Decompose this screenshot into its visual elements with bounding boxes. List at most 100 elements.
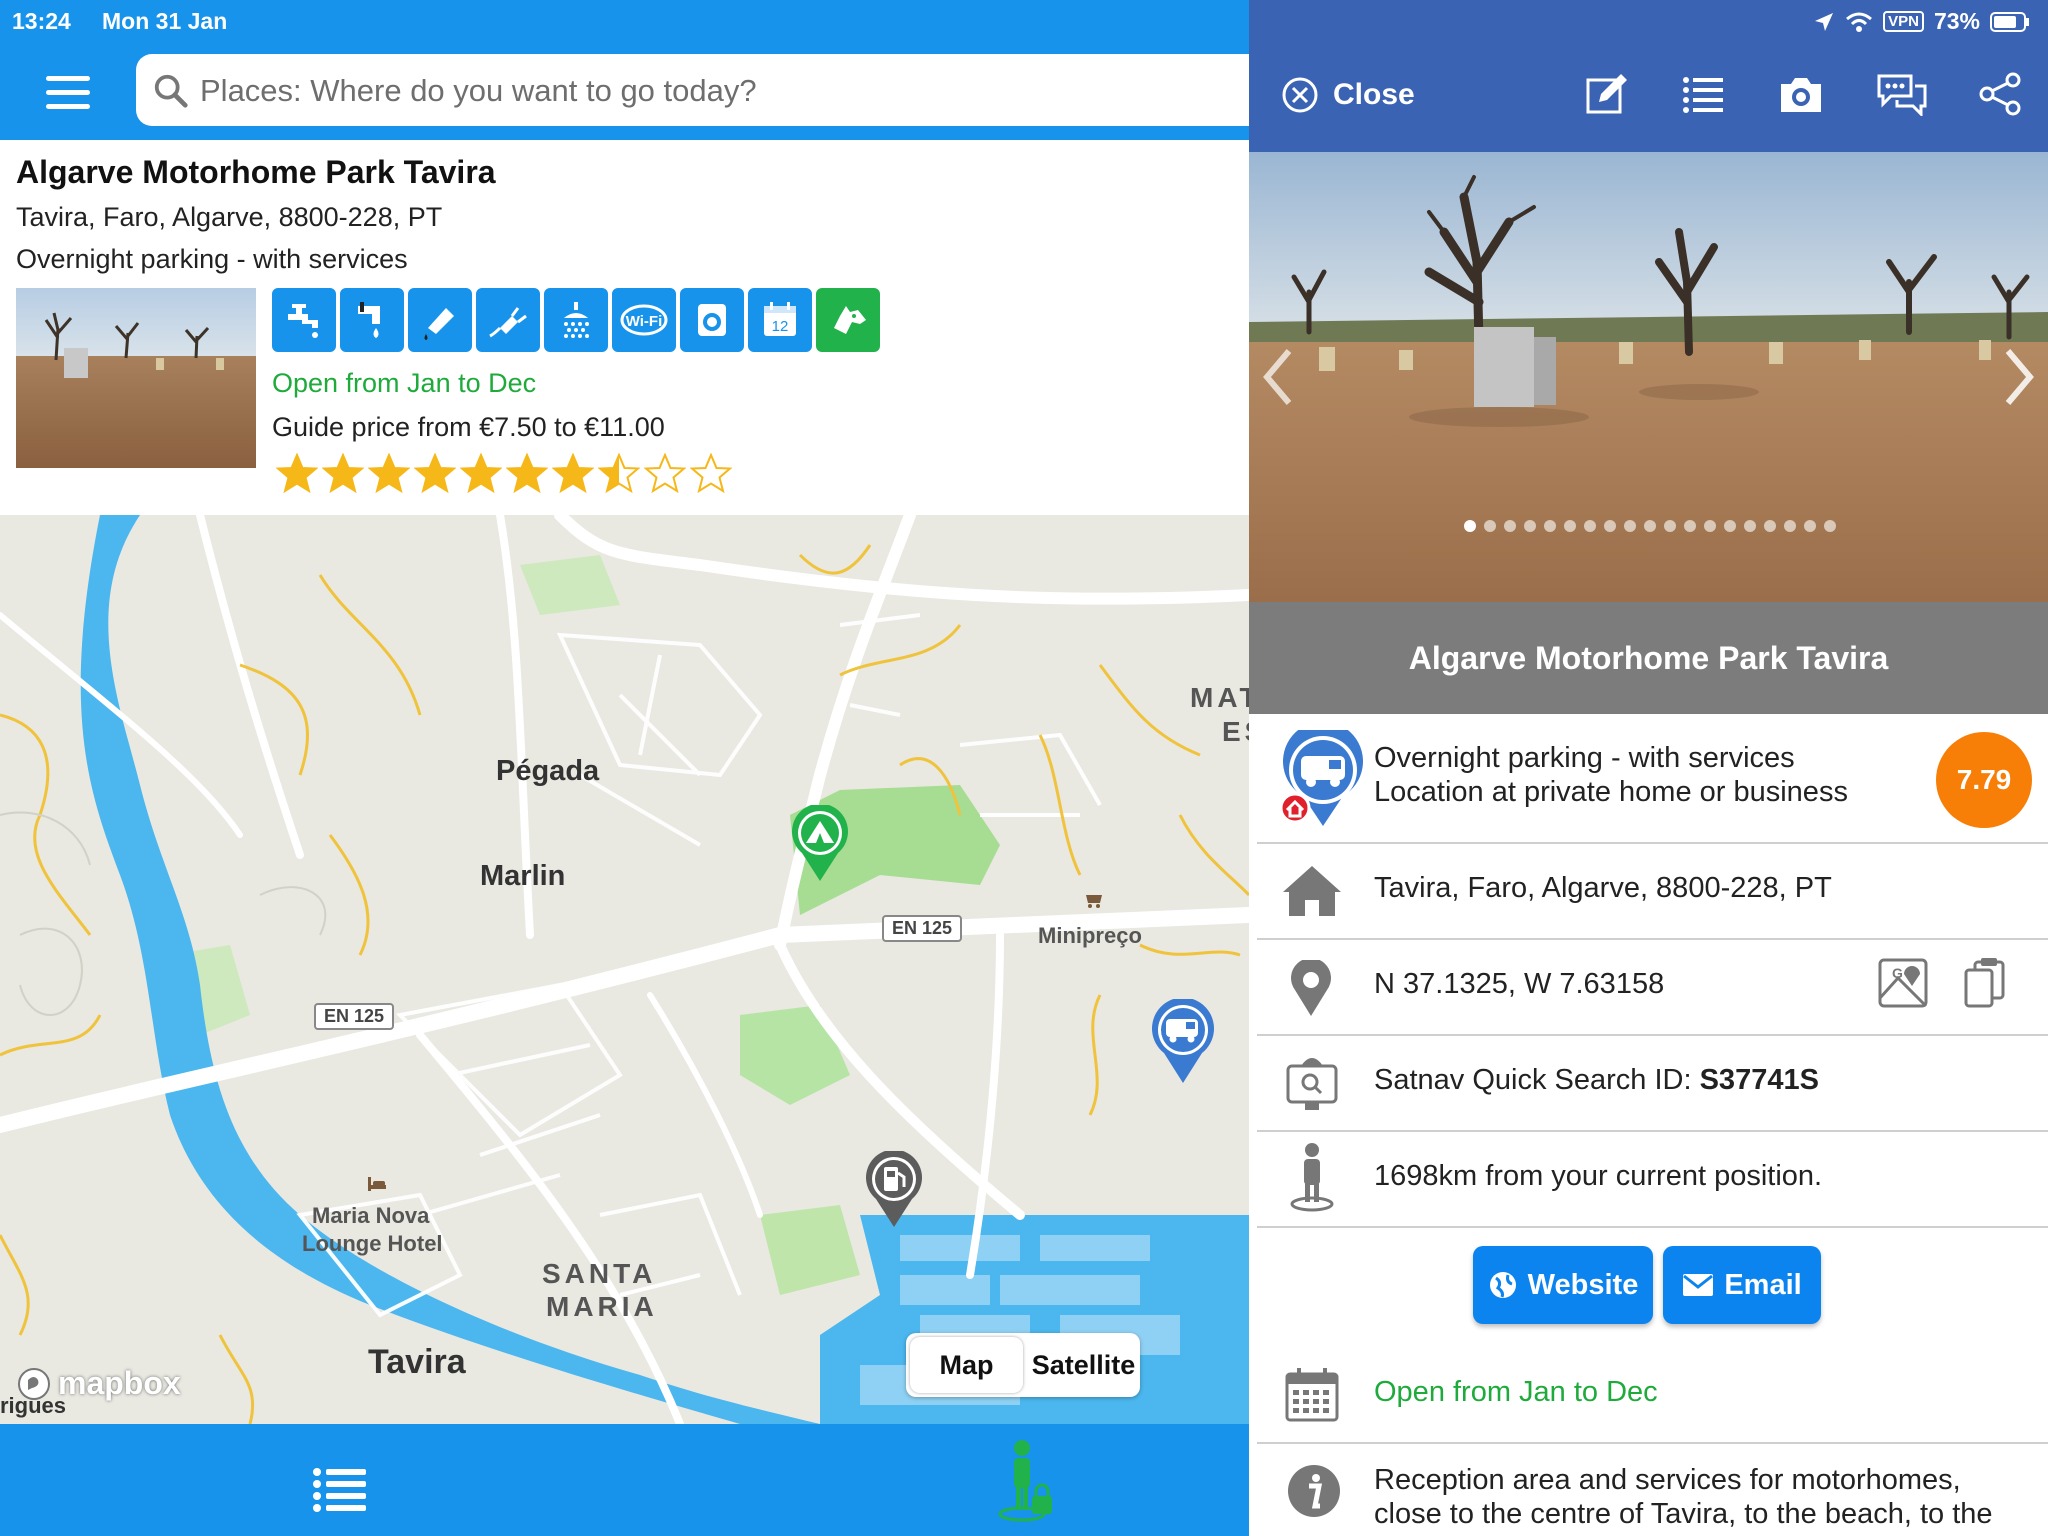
open-in-maps-icon[interactable]: G xyxy=(1878,958,1928,1008)
gallery-dot[interactable] xyxy=(1704,520,1716,532)
map-label-tavira: Tavira xyxy=(368,1343,466,1381)
place-title: Algarve Motorhome Park Tavira xyxy=(16,154,496,190)
distance-row: 1698km from your current position. xyxy=(1257,1130,2048,1228)
gallery-prev-icon[interactable] xyxy=(1263,347,1293,407)
gallery-dot[interactable] xyxy=(1464,520,1476,532)
address-row: Tavira, Faro, Algarve, 8800-228, PT xyxy=(1257,842,2048,940)
star-half-icon xyxy=(598,453,640,494)
star-empty-icon xyxy=(644,453,686,494)
drinking-water-icon xyxy=(340,288,404,352)
guide-price: Guide price from €7.50 to €11.00 xyxy=(272,412,665,442)
gallery-dot[interactable] xyxy=(1824,520,1836,532)
gallery-dot[interactable] xyxy=(1524,520,1536,532)
hamburger-menu-icon[interactable] xyxy=(44,72,96,120)
water-tap-icon xyxy=(272,288,336,352)
top-bar xyxy=(0,54,1249,140)
opening-row: Open from Jan to Dec xyxy=(1257,1346,2048,1444)
svg-text:12: 12 xyxy=(772,318,789,335)
list-view-icon[interactable] xyxy=(312,1466,368,1514)
gallery-next-icon[interactable] xyxy=(2004,347,2034,407)
gallery-dot[interactable] xyxy=(1664,520,1676,532)
edit-icon[interactable] xyxy=(1585,72,1629,116)
share-icon[interactable] xyxy=(1979,72,2023,116)
star-full-icon xyxy=(506,453,548,494)
calendar-icon xyxy=(1285,1368,1339,1422)
road-shield-en125: EN 125 xyxy=(314,1003,395,1030)
shower-icon xyxy=(544,288,608,352)
search-bar[interactable] xyxy=(136,54,1249,126)
gallery-dot[interactable] xyxy=(1484,520,1496,532)
map-label-marlin: Marlin xyxy=(480,860,566,892)
address-text: Tavira, Faro, Algarve, 8800-228, PT xyxy=(1374,872,1832,904)
laundry-icon xyxy=(680,288,744,352)
copy-clipboard-icon[interactable] xyxy=(1963,956,2007,1010)
satellite-mode-button[interactable]: Satellite xyxy=(1027,1333,1140,1397)
motorhome-pin-icon[interactable] xyxy=(1150,999,1216,1083)
location-arrow-icon xyxy=(1815,12,1834,31)
globe-icon xyxy=(1489,1272,1516,1298)
gallery-dot[interactable] xyxy=(1604,520,1616,532)
gallery-dot[interactable] xyxy=(1804,520,1816,532)
search-input[interactable] xyxy=(198,62,1222,120)
satnav-id-text: Satnav Quick Search ID: S37741S xyxy=(1374,1064,1819,1096)
battery-icon xyxy=(1990,11,2029,32)
gallery-dot[interactable] xyxy=(1764,520,1776,532)
map-view[interactable]: Pégada Marlin Minipreço Maria Nova Loung… xyxy=(0,515,1249,1424)
road-shield-en125: EN 125 xyxy=(882,915,963,942)
email-button[interactable]: Email xyxy=(1663,1246,1821,1324)
gallery-dot[interactable] xyxy=(1784,520,1796,532)
satnav-id-value[interactable]: S37741S xyxy=(1700,1064,1819,1096)
battery-percent: 73% xyxy=(1933,8,1980,34)
svg-text:Wi-Fi: Wi-Fi xyxy=(626,313,663,330)
gallery-dot[interactable] xyxy=(1644,520,1656,532)
map-type-toggle[interactable]: Map Satellite xyxy=(906,1333,1140,1397)
gallery-dot[interactable] xyxy=(1684,520,1696,532)
gallery-page-dots[interactable] xyxy=(1464,520,1836,532)
reviews-chat-icon[interactable] xyxy=(1877,72,1927,116)
gallery-dot[interactable] xyxy=(1504,520,1516,532)
map-mode-button[interactable]: Map xyxy=(910,1337,1023,1393)
hotel-icon xyxy=(368,1177,386,1191)
close-button[interactable]: Close xyxy=(1281,76,1415,114)
star-full-icon xyxy=(414,453,456,494)
place-type-line2: Location at private home or business xyxy=(1374,776,1848,808)
gallery-dot[interactable] xyxy=(1744,520,1756,532)
star-rating xyxy=(276,453,732,495)
satnav-device-icon xyxy=(1286,1058,1338,1110)
website-button[interactable]: Website xyxy=(1473,1246,1653,1324)
gallery-dot[interactable] xyxy=(1564,520,1576,532)
gallery-dot[interactable] xyxy=(1584,520,1596,532)
place-type-line1: Overnight parking - with services xyxy=(1374,742,1795,774)
search-icon xyxy=(154,74,188,108)
info-icon xyxy=(1288,1465,1340,1517)
coordinates-text[interactable]: N 37.1325, W 7.63158 xyxy=(1374,968,1664,1001)
place-summary-card[interactable]: Algarve Motorhome Park Tavira Tavira, Fa… xyxy=(0,140,1249,515)
photo-gallery[interactable] xyxy=(1249,152,2048,602)
coordinates-row: N 37.1325, W 7.63158 G xyxy=(1257,938,2048,1036)
fuel-station-pin-icon[interactable] xyxy=(864,1151,924,1227)
description-line2: close to the centre of Tavira, to the be… xyxy=(1374,1498,1993,1530)
nearby-search-person-icon[interactable] xyxy=(994,1438,1056,1524)
satnav-id-row: Satnav Quick Search ID: S37741S xyxy=(1257,1034,2048,1132)
place-thumbnail[interactable] xyxy=(16,288,256,468)
map-label-pegada: Pégada xyxy=(496,755,600,787)
list-icon[interactable] xyxy=(1681,72,1725,116)
amenities-row: Wi-Fi 12 xyxy=(272,288,880,352)
gallery-dot[interactable] xyxy=(1544,520,1556,532)
camera-icon[interactable] xyxy=(1777,72,1825,116)
gallery-dot[interactable] xyxy=(1724,520,1736,532)
campsite-pin-icon[interactable] xyxy=(790,805,850,881)
vpn-badge: VPN xyxy=(1883,11,1924,32)
place-detail-panel: VPN 73% Close Algarve Motorhome Park Tav… xyxy=(1249,0,2048,1536)
electric-hookup-icon xyxy=(476,288,540,352)
star-full-icon xyxy=(460,453,502,494)
calendar-12-months-icon: 12 xyxy=(748,288,812,352)
status-date: Mon 31 Jan xyxy=(102,8,228,34)
gallery-dot[interactable] xyxy=(1624,520,1636,532)
mapbox-attribution[interactable]: mapbox xyxy=(16,1365,181,1402)
description-row: Reception area and services for motorhom… xyxy=(1257,1442,2048,1536)
opening-period: Open from Jan to Dec xyxy=(272,368,537,398)
mapbox-logo-icon xyxy=(18,1367,50,1400)
wifi-signal-icon xyxy=(1846,12,1873,32)
map-label-mat: MAT xyxy=(1190,682,1249,713)
